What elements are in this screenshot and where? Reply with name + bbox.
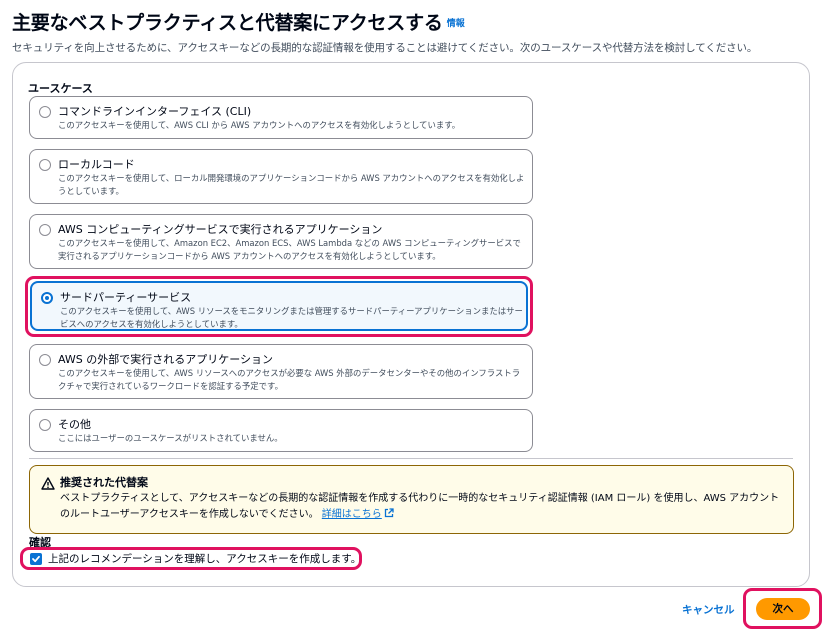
use-case-option-local-code[interactable]: ローカルコード このアクセスキーを使用して、ローカル開発環境のアプリケーションコ…	[29, 149, 533, 204]
section-divider	[29, 458, 793, 459]
option-label: AWS の外部で実行されるアプリケーション	[58, 353, 274, 366]
checkmark-icon	[32, 555, 40, 563]
option-label: コマンドラインインターフェイス (CLI)	[58, 105, 252, 118]
page-description: セキュリティを向上させるために、アクセスキーなどの長期的な認証情報を使用すること…	[12, 42, 758, 54]
option-label: ローカルコード	[58, 158, 135, 171]
radio-button[interactable]	[39, 224, 51, 236]
option-label: AWS コンピューティングサービスで実行されるアプリケーション	[58, 223, 383, 236]
page-title: 主要なベストプラクティスと代替案にアクセスする	[12, 12, 443, 34]
option-description: このアクセスキーを使用して、ローカル開発環境のアプリケーションコードから AWS…	[58, 173, 525, 196]
option-description: このアクセスキーを使用して、AWS リソースをモニタリングまたは管理するサードパ…	[60, 306, 523, 329]
confirmation-label: 確認	[29, 536, 51, 549]
radio-button[interactable]	[39, 159, 51, 171]
external-link-icon	[384, 508, 394, 518]
option-label: サードパーティーサービス	[60, 291, 192, 304]
radio-button-selected[interactable]	[41, 292, 53, 304]
learn-more-link[interactable]: 詳細はこちら	[322, 508, 394, 520]
option-description: このアクセスキーを使用して、AWS CLI から AWS アカウントへのアクセス…	[58, 120, 461, 130]
option-description: このアクセスキーを使用して、Amazon EC2、Amazon ECS、AWS …	[58, 238, 521, 261]
use-case-option-other[interactable]: その他 ここにはユーザーのユースケースがリストされていません。	[29, 409, 533, 452]
alert-body-text: ベストプラクティスとして、アクセスキーなどの長期的な認証情報を作成する代わりに一…	[60, 493, 780, 520]
page-header: 主要なベストプラクティスと代替案にアクセスする 情報 セキュリティを向上させるため…	[12, 8, 812, 55]
radio-button[interactable]	[39, 354, 51, 366]
radio-button[interactable]	[39, 106, 51, 118]
warning-icon	[41, 477, 55, 490]
use-case-option-cli[interactable]: コマンドラインインターフェイス (CLI) このアクセスキーを使用して、AWS …	[29, 96, 533, 139]
use-case-option-outside-aws[interactable]: AWS の外部で実行されるアプリケーション このアクセスキーを使用して、AWS …	[29, 344, 533, 399]
radio-button[interactable]	[39, 419, 51, 431]
learn-more-link-text[interactable]: 詳細はこちら	[322, 509, 382, 520]
use-case-section-label: ユースケース	[28, 82, 93, 95]
option-description: ここにはユーザーのユースケースがリストされていません。	[58, 433, 283, 443]
next-button[interactable]: 次へ	[756, 598, 810, 620]
option-description: このアクセスキーを使用して、AWS リソースへのアクセスが必要な AWS 外部の…	[58, 368, 521, 391]
use-case-option-aws-compute[interactable]: AWS コンピューティングサービスで実行されるアプリケーション このアクセスキー…	[29, 214, 533, 269]
acknowledge-checkbox[interactable]	[30, 553, 42, 565]
recommended-alternative-alert: 推奨された代替案 ベストプラクティスとして、アクセスキーなどの長期的な認証情報を…	[29, 465, 794, 534]
cancel-button[interactable]: キャンセル	[682, 602, 735, 617]
use-case-option-third-party[interactable]: サードパーティーサービス このアクセスキーを使用して、AWS リソースをモニタリ…	[30, 281, 528, 331]
info-link[interactable]: 情報	[447, 16, 465, 29]
option-label: その他	[58, 418, 91, 431]
alert-title: 推奨された代替案	[60, 476, 148, 489]
acknowledge-checkbox-label[interactable]: 上記のレコメンデーションを理解し、アクセスキーを作成します。	[48, 551, 361, 566]
alert-body: ベストプラクティスとして、アクセスキーなどの長期的な認証情報を作成する代わりに一…	[60, 491, 785, 523]
